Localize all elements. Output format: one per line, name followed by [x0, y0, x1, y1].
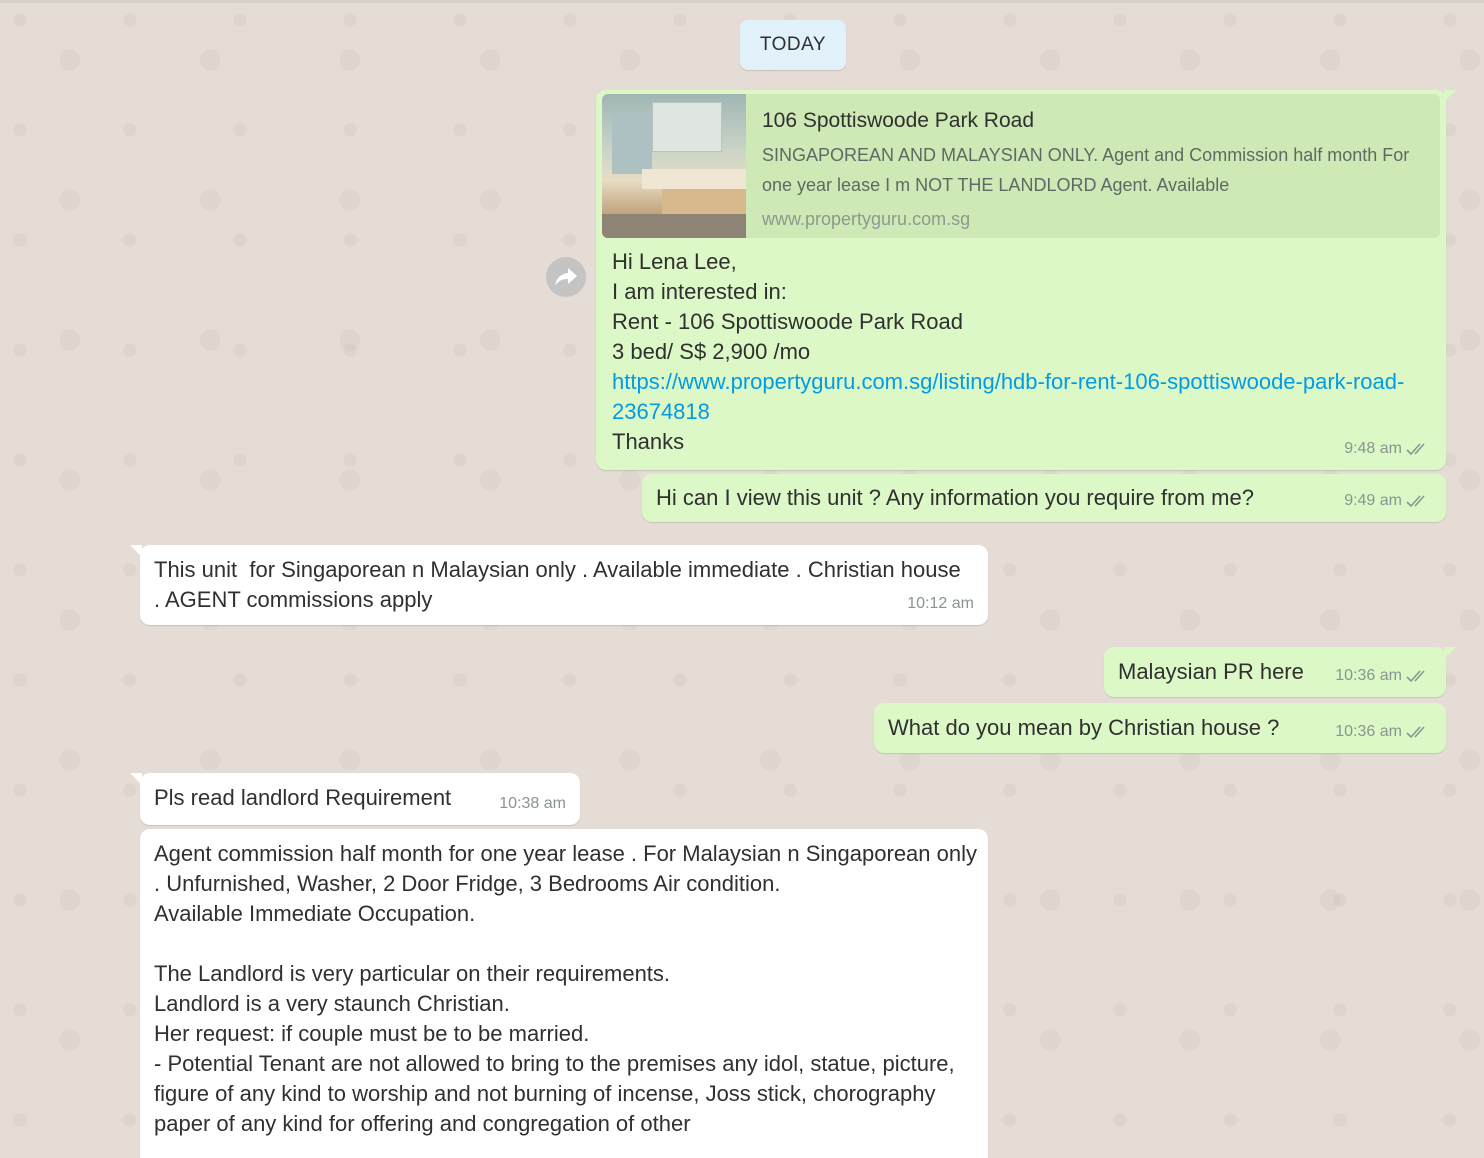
outgoing-message[interactable]: Hi can I view this unit ? Any informatio… — [642, 474, 1446, 522]
message-time: 9:49 am — [1344, 492, 1402, 509]
message-text: This unit for Singaporean n Malaysian on… — [154, 557, 973, 612]
top-divider — [0, 0, 1484, 3]
message-meta: 9:48 am — [1344, 434, 1432, 464]
link-preview-site: www.propertyguru.com.sg — [762, 209, 971, 229]
link-preview-description: SINGAPOREAN AND MALAYSIAN ONLY. Agent an… — [762, 145, 1410, 195]
forward-button[interactable] — [546, 257, 586, 297]
message-line: Thanks — [612, 429, 685, 454]
double-check-icon — [1406, 495, 1425, 508]
message-line: 3 bed/ S$ 2,900 /mo — [612, 339, 811, 364]
double-check-icon — [1406, 726, 1425, 739]
message-text: What do you mean by Christian house ? — [888, 715, 1280, 740]
forward-arrow-icon — [555, 268, 577, 286]
message-line: Rent - 106 Spottiswoode Park Road — [612, 309, 963, 334]
message-body: Hi Lena Lee, I am interested in: Rent - … — [612, 247, 1432, 457]
message-meta: 10:36 am — [1335, 717, 1432, 747]
date-chip: TODAY — [740, 20, 846, 70]
message-line: Hi Lena Lee, — [612, 249, 737, 274]
incoming-message[interactable]: This unit for Singaporean n Malaysian on… — [130, 545, 988, 625]
outgoing-message-inquiry[interactable]: 106 Spottiswoode Park Road SINGAPOREAN A… — [596, 90, 1456, 470]
message-meta: 10:12 am — [907, 589, 974, 619]
incoming-message[interactable]: Pls read landlord Requirement 10:38 am — [130, 773, 580, 825]
message-text: Hi can I view this unit ? Any informatio… — [656, 485, 1254, 510]
message-time: 10:12 am — [907, 595, 974, 612]
message-meta: 9:49 am — [1344, 486, 1432, 516]
listing-link[interactable]: https://www.propertyguru.com.sg/listing/… — [612, 367, 1432, 427]
message-time: 10:36 am — [1335, 723, 1402, 740]
chat-panel[interactable]: TODAY 106 Spottiswoode Park Road SINGAPO… — [0, 0, 1484, 1158]
outgoing-message[interactable]: Malaysian PR here 10:36 am — [1104, 647, 1456, 697]
message-text: Malaysian PR here — [1118, 659, 1304, 684]
message-text: Agent commission half month for one year… — [154, 841, 977, 1136]
message-meta: 10:36 am — [1335, 661, 1432, 691]
message-text: Pls read landlord Requirement — [154, 785, 452, 810]
message-meta: 10:38 am — [499, 789, 566, 819]
double-check-icon — [1406, 670, 1425, 683]
message-line: I am interested in: — [612, 279, 787, 304]
link-preview-thumbnail — [602, 94, 746, 238]
incoming-message-requirements[interactable]: Agent commission half month for one year… — [140, 829, 988, 1158]
link-preview[interactable]: 106 Spottiswoode Park Road SINGAPOREAN A… — [602, 94, 1440, 238]
outgoing-message[interactable]: What do you mean by Christian house ? 10… — [874, 703, 1446, 753]
double-check-icon — [1406, 443, 1425, 456]
message-time: 10:38 am — [499, 795, 566, 812]
message-time: 9:48 am — [1344, 440, 1402, 457]
link-preview-title: 106 Spottiswoode Park Road — [762, 109, 1035, 132]
message-time: 10:36 am — [1335, 667, 1402, 684]
